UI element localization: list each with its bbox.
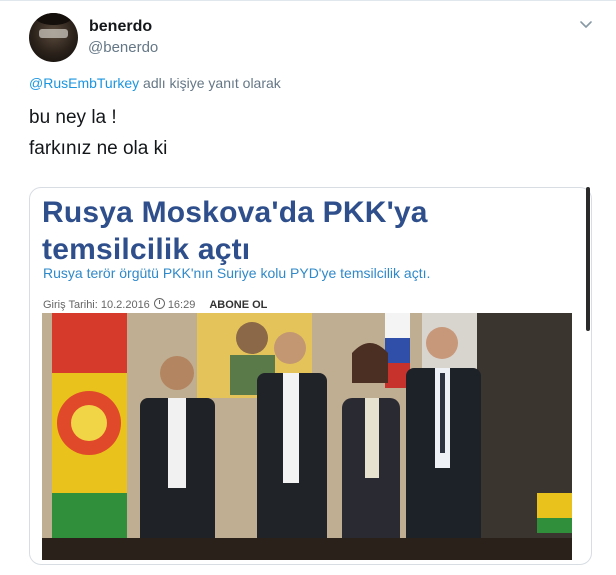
article-headline: Rusya Moskova'da PKK'ya temsilcilik açtı <box>42 196 428 266</box>
article-photo <box>42 313 572 560</box>
top-divider <box>0 0 616 1</box>
clock-icon <box>153 298 165 309</box>
tweet-text-line: farkınız ne ola ki <box>29 138 168 159</box>
reply-mention-link[interactable]: @RusEmbTurkey <box>29 75 139 91</box>
tweet-text-line: bu ney la ! <box>29 107 117 128</box>
scrollbar[interactable] <box>586 187 590 331</box>
article-photo-illustration <box>42 313 572 560</box>
chevron-down-icon[interactable] <box>579 19 593 31</box>
article-date: Giriş Tarihi: 10.2.2016 <box>43 299 150 311</box>
display-name[interactable]: benerdo <box>89 18 152 36</box>
subscribe-button[interactable]: ABONE OL <box>209 299 267 311</box>
reply-context: @RusEmbTurkey adlı kişiye yanıt olarak <box>29 75 281 91</box>
avatar[interactable] <box>29 13 78 62</box>
reply-context-label: adlı kişiye yanıt olarak <box>139 75 281 91</box>
article-meta: Giriş Tarihi: 10.2.2016 16:29 ABONE OL <box>43 298 267 311</box>
link-preview-card[interactable]: Rusya Moskova'da PKK'ya temsilcilik açtı… <box>29 187 592 565</box>
article-subheadline: Rusya terör örgütü PKK'nın Suriye kolu P… <box>43 265 431 281</box>
user-handle[interactable]: @benerdo <box>88 39 158 56</box>
article-time: 16:29 <box>167 299 196 311</box>
